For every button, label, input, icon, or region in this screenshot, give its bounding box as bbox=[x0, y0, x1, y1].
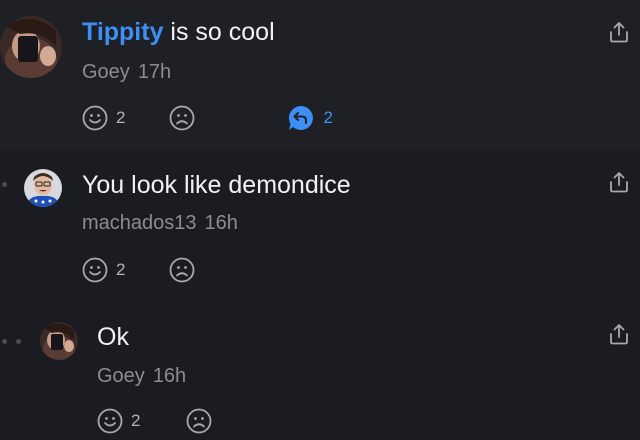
like-count: 2 bbox=[116, 108, 126, 127]
comment-timestamp: 17h bbox=[137, 61, 172, 83]
upvote-button[interactable]: 2 bbox=[82, 105, 125, 131]
smile-icon bbox=[82, 105, 108, 131]
comment-text: Tippity is so cool bbox=[82, 18, 275, 47]
upvote-button[interactable]: 2 bbox=[82, 257, 125, 283]
comment-timestamp: 16h bbox=[152, 365, 187, 387]
reply-bubble-icon bbox=[289, 105, 314, 130]
comment-body: Ok bbox=[97, 323, 129, 351]
comment-timestamp: 16h bbox=[204, 212, 238, 234]
comment-meta: machados13 16h bbox=[82, 212, 238, 235]
thread-indicator-dot bbox=[2, 339, 7, 344]
downvote-button[interactable] bbox=[169, 257, 195, 283]
comment-meta: Goey 16h bbox=[97, 365, 186, 388]
share-icon[interactable] bbox=[608, 322, 630, 346]
comment-actions: 2 2 bbox=[82, 104, 381, 132]
comment-meta: Goey 17h bbox=[82, 61, 171, 84]
comment-actions: 2 bbox=[82, 257, 243, 283]
comment-body: You look like demondice bbox=[82, 171, 351, 199]
downvote-button[interactable] bbox=[169, 105, 195, 131]
upvote-button[interactable]: 2 bbox=[97, 408, 140, 434]
like-count: 2 bbox=[116, 260, 126, 279]
frown-icon bbox=[187, 408, 212, 434]
frown-icon bbox=[170, 257, 195, 283]
avatar[interactable] bbox=[0, 16, 62, 78]
comment-item: Ok Goey 16h 2 bbox=[0, 300, 640, 440]
smile-icon bbox=[82, 257, 108, 283]
reply-count: 2 bbox=[323, 108, 333, 127]
comment-item: Tippity is so cool Goey 17h 2 2 bbox=[0, 0, 640, 150]
like-count: 2 bbox=[131, 411, 141, 430]
frown-icon bbox=[170, 105, 195, 131]
comment-thread: Tippity is so cool Goey 17h 2 2 You look… bbox=[0, 0, 640, 440]
comment-author[interactable]: Goey bbox=[97, 365, 145, 387]
avatar[interactable] bbox=[24, 169, 62, 207]
thread-indicator-dot bbox=[16, 339, 21, 344]
avatar[interactable] bbox=[40, 322, 78, 360]
replies-button[interactable]: 2 bbox=[287, 104, 333, 132]
comment-text: Ok bbox=[97, 323, 129, 352]
thread-indicator-dot bbox=[2, 182, 7, 187]
smile-icon bbox=[97, 408, 123, 434]
comment-body: is so cool bbox=[163, 18, 275, 46]
downvote-button[interactable] bbox=[186, 408, 212, 434]
user-mention-link[interactable]: Tippity bbox=[82, 18, 163, 46]
comment-author[interactable]: machados13 bbox=[82, 212, 197, 234]
share-icon[interactable] bbox=[608, 170, 630, 194]
comment-item: You look like demondice machados13 16h 2 bbox=[0, 150, 640, 300]
comment-author[interactable]: Goey bbox=[82, 61, 130, 83]
share-icon[interactable] bbox=[608, 20, 630, 44]
comment-text: You look like demondice bbox=[82, 171, 351, 200]
comment-actions: 2 bbox=[97, 408, 260, 434]
